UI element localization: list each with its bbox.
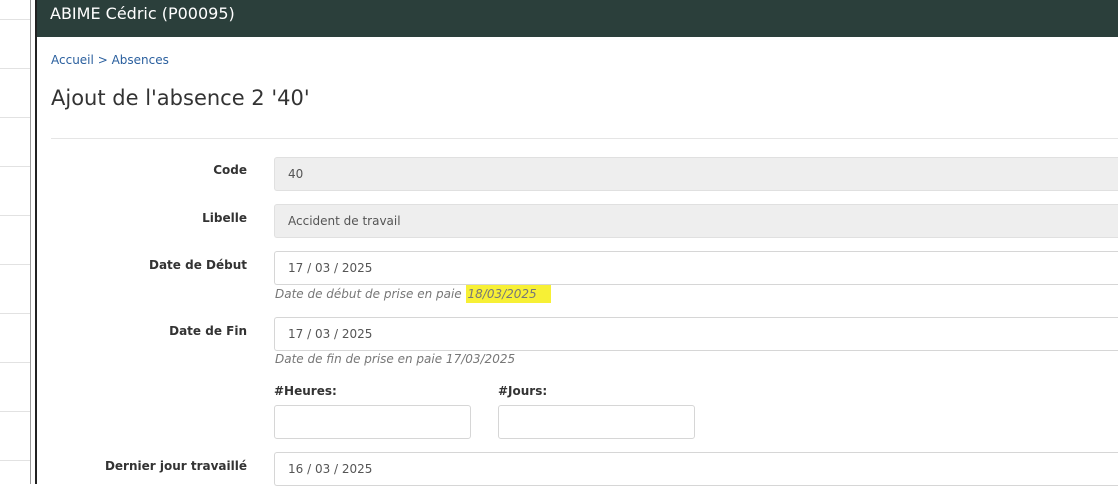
gutter-divider [30, 0, 31, 484]
breadcrumb-home-link[interactable]: Accueil [51, 53, 94, 67]
employee-title: ABIME Cédric (P00095) [50, 4, 235, 23]
header-bar: ABIME Cédric (P00095) [37, 0, 1118, 37]
jours-label: #Jours: [498, 384, 548, 398]
breadcrumb: Accueil > Absences [51, 53, 169, 67]
left-gutter [0, 0, 37, 484]
code-label: Code [213, 163, 247, 177]
libelle-field: Accident de travail [274, 204, 1118, 238]
dernier-jour-label: Dernier jour travaillé [104, 459, 247, 473]
breadcrumb-separator: > [97, 53, 108, 67]
gutter-line [0, 215, 30, 216]
dernier-jour-input[interactable]: 16 / 03 / 2025 [274, 452, 1118, 486]
code-field: 40 [274, 157, 1118, 191]
date-fin-input[interactable]: 17 / 03 / 2025 [274, 317, 1118, 351]
gutter-line [0, 19, 30, 20]
date-debut-help: Date de début de prise en paie 18/03/202… [275, 285, 551, 303]
libelle-label: Libelle [202, 211, 247, 225]
gutter-line [0, 411, 30, 412]
window-border [35, 0, 37, 484]
date-debut-input[interactable]: 17 / 03 / 2025 [274, 251, 1118, 285]
date-debut-help-text: Date de début de prise en paie [275, 287, 462, 301]
date-fin-label: Date de Fin [169, 324, 247, 338]
gutter-line [0, 460, 30, 461]
date-debut-label: Date de Début [149, 258, 247, 272]
page-title: Ajout de l'absence 2 '40' [51, 86, 310, 110]
date-debut-help-date: 18/03/2025 [465, 285, 551, 303]
gutter-line [0, 264, 30, 265]
gutter-line [0, 68, 30, 69]
heures-input[interactable] [274, 405, 471, 439]
jours-input[interactable] [498, 405, 695, 439]
gutter-line [0, 117, 30, 118]
breadcrumb-absences-link[interactable]: Absences [112, 53, 169, 67]
gutter-line [0, 166, 30, 167]
title-divider [51, 138, 1118, 139]
date-fin-help: Date de fin de prise en paie 17/03/2025 [275, 352, 516, 366]
gutter-line [0, 313, 30, 314]
heures-label: #Heures: [274, 384, 337, 398]
gutter-line [0, 362, 30, 363]
